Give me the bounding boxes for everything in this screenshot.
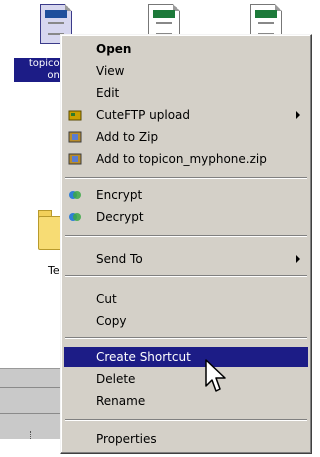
- menu-item-encrypt[interactable]: Encrypt: [64, 185, 308, 205]
- menu-item-label: Send To: [96, 252, 143, 266]
- menu-item-send-to[interactable]: Send To: [64, 249, 308, 269]
- explorer-status-area: [0, 368, 60, 439]
- menu-item-label: Add to Zip: [96, 130, 159, 144]
- menu-item-label: Decrypt: [96, 210, 144, 224]
- menu-item-label: Open: [96, 42, 132, 56]
- menu-item-label: Properties: [96, 432, 157, 446]
- cuteftp-icon: [68, 110, 82, 121]
- menu-item-open[interactable]: Open: [64, 39, 308, 59]
- menu-item-label: Add to topicon_myphone.zip: [96, 152, 267, 166]
- menu-item-label: Cut: [96, 292, 117, 306]
- submenu-arrow-icon: [296, 111, 300, 119]
- menu-separator: [65, 275, 307, 277]
- submenu-arrow-icon: [296, 255, 300, 263]
- menu-item-label: Rename: [96, 394, 146, 408]
- winzip-icon: [68, 131, 82, 143]
- menu-item-delete[interactable]: Delete: [64, 369, 308, 389]
- menu-item-create-shortcut[interactable]: Create Shortcut: [64, 347, 308, 367]
- menu-item-label: CuteFTP upload: [96, 108, 191, 122]
- menu-item-copy[interactable]: Copy: [64, 311, 308, 331]
- folder-label: Te: [48, 264, 60, 277]
- menu-item-label: Copy: [96, 314, 127, 328]
- menu-item-label: Delete: [96, 372, 136, 386]
- menu-item-decrypt[interactable]: Decrypt: [64, 207, 308, 227]
- menu-separator: [65, 337, 307, 339]
- menu-item-label: Edit: [96, 86, 120, 100]
- menu-item-label: Create Shortcut: [96, 350, 191, 364]
- menu-item-view[interactable]: View: [64, 61, 308, 81]
- decrypt-icon: [69, 213, 81, 221]
- menu-separator: [65, 177, 307, 179]
- menu-separator: [65, 419, 307, 421]
- selected-file-label-line1: topicon: [28, 58, 66, 69]
- menu-item-rename[interactable]: Rename: [64, 391, 308, 411]
- menu-item-label: Encrypt: [96, 188, 143, 202]
- menu-item-add-to-named-zip[interactable]: Add to topicon_myphone.zip: [64, 149, 308, 169]
- winzip-icon: [68, 153, 82, 165]
- menu-item-cuteftp-upload[interactable]: CuteFTP upload: [64, 105, 308, 125]
- menu-separator: [65, 235, 307, 237]
- menu-item-add-to-zip[interactable]: Add to Zip: [64, 127, 308, 147]
- context-menu: Open View Edit CuteFTP upload Add to Zip…: [60, 34, 312, 454]
- mouse-pointer-icon: [205, 359, 226, 392]
- menu-item-cut[interactable]: Cut: [64, 289, 308, 309]
- encrypt-icon: [69, 191, 81, 199]
- menu-item-label: View: [96, 64, 125, 78]
- menu-item-edit[interactable]: Edit: [64, 83, 308, 103]
- menu-item-properties[interactable]: Properties: [64, 429, 308, 449]
- selected-file-label-line2: one: [47, 70, 66, 81]
